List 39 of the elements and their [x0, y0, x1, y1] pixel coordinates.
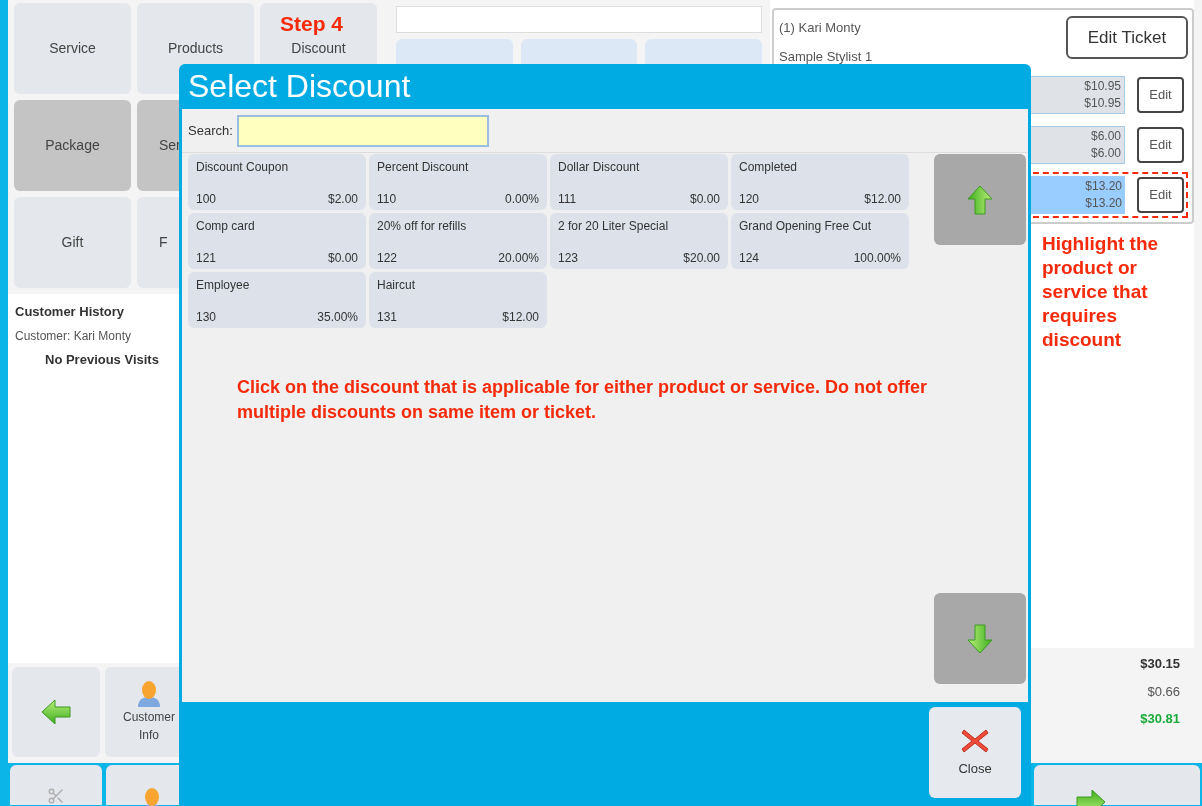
bottom-tile[interactable]	[10, 765, 102, 805]
discount-card[interactable]: Completed 120 $12.00	[731, 154, 909, 210]
instruction-text: Click on the discount that is applicable for either product or service. Do not offer multiple discounts on same item or ticket.	[237, 376, 929, 424]
discount-card[interactable]: Employee 130 35.00%	[188, 272, 366, 328]
history-title: Customer History	[15, 303, 125, 321]
next-tile[interactable]	[1034, 765, 1200, 805]
discount-card[interactable]: 20% off for refills 122 20.00%	[369, 213, 547, 269]
discount-card[interactable]: Haircut 131 $12.00	[369, 272, 547, 328]
discount-card[interactable]: Comp card 121 $0.00	[188, 213, 366, 269]
customer-name: Customer: Kari Monty	[15, 327, 132, 345]
back-button[interactable]	[12, 667, 100, 757]
edit-item-button[interactable]: Edit	[1137, 127, 1184, 163]
edit-item-button[interactable]: Edit	[1137, 177, 1184, 213]
ticket-stylist: Sample Stylist 1	[779, 47, 873, 66]
total-amount: $0.66	[1147, 682, 1180, 701]
total-amount: $30.15	[1140, 655, 1180, 673]
person-icon	[136, 680, 162, 708]
ticket-customer: (1) Kari Monty	[779, 19, 862, 37]
discount-card[interactable]: Discount Coupon 100 $2.00	[188, 154, 366, 210]
scroll-down-button[interactable]	[934, 593, 1026, 684]
category-tile[interactable]: Gift	[14, 197, 131, 288]
step-label: Step 4	[280, 11, 344, 37]
category-tile[interactable]: Package	[14, 100, 131, 191]
scissors-icon	[47, 787, 65, 805]
no-visits-text: No Previous Visits	[44, 350, 159, 369]
scroll-up-button[interactable]	[934, 154, 1026, 245]
search-field[interactable]	[236, 114, 489, 147]
total-amount: $30.81	[1140, 710, 1180, 728]
edit-item-button[interactable]: Edit	[1137, 77, 1184, 113]
search-bar[interactable]	[396, 6, 762, 33]
category-tile[interactable]: Service	[14, 3, 131, 94]
discount-card[interactable]: Percent Discount 110 0.00%	[369, 154, 547, 210]
search-label: Search:	[188, 121, 233, 140]
annotation-text: Highlight the product or service that requires discount	[1042, 232, 1160, 352]
edit-ticket-button[interactable]: Edit Ticket	[1066, 16, 1188, 59]
discount-card[interactable]: 2 for 20 Liter Special 123 $20.00	[550, 213, 728, 269]
close-button[interactable]: Close	[929, 707, 1021, 798]
discount-card[interactable]: Grand Opening Free Cut 124 100.00%	[731, 213, 909, 269]
discount-card[interactable]: Dollar Discount 111 $0.00	[550, 154, 728, 210]
